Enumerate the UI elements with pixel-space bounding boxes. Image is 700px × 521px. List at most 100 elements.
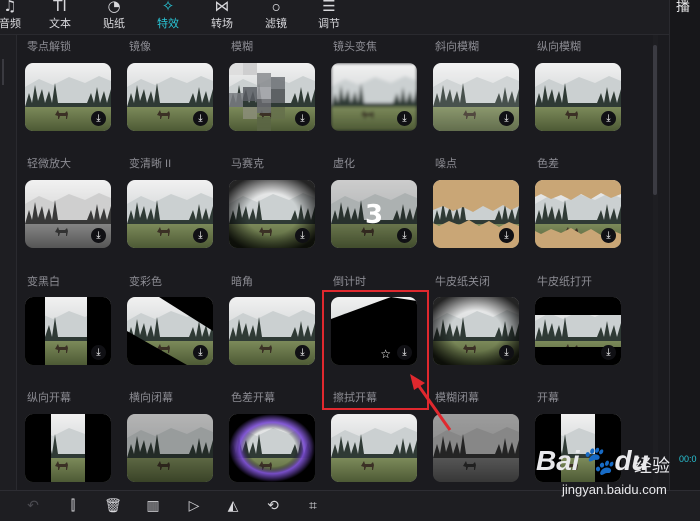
- effect-thumbnail: [25, 414, 111, 482]
- tool-label: 贴纸: [103, 18, 125, 30]
- effect-caption: 零点解锁: [27, 41, 71, 53]
- effect-caption: 斜向模糊: [435, 41, 479, 53]
- effect-caption: 马赛克: [231, 158, 264, 170]
- effect-tile-countdown[interactable]: 3 ⤓: [331, 180, 417, 248]
- download-icon[interactable]: ⤓: [601, 345, 616, 360]
- effect-tile-row4-3[interactable]: [229, 414, 315, 482]
- category-indicator: [2, 59, 4, 85]
- sliders-icon: ☰: [322, 0, 336, 15]
- effect-tile-vertical-open[interactable]: ⤓: [25, 297, 111, 365]
- tool-transition[interactable]: ⋈ 转场: [196, 0, 248, 34]
- effect-caption: 虚化: [333, 158, 355, 170]
- effect-tile-kraft-close[interactable]: ⤓: [433, 180, 519, 248]
- player-panel: 播 00:0: [669, 0, 700, 490]
- download-icon[interactable]: ⤓: [499, 228, 514, 243]
- download-icon[interactable]: ⤓: [295, 111, 310, 126]
- transition-icon: ⋈: [214, 0, 230, 15]
- effect-tile-chromatic-open[interactable]: ⤓: [229, 297, 315, 365]
- download-icon[interactable]: ⤓: [91, 111, 106, 126]
- effect-tile-to-bw[interactable]: ⤓: [25, 180, 111, 248]
- effect-tile-blur-close[interactable]: ⤓: [433, 297, 519, 365]
- effect-caption: 横向闭幕: [129, 392, 173, 404]
- tool-audio[interactable]: ♫ 音频: [0, 0, 36, 34]
- text-icon: TI: [53, 0, 67, 15]
- effects-grid: 零点解锁 镜像 模糊 镜头变焦 斜向模糊 纵向模糊 ⤓ ⤓ ⤓ ⤓ ⤓ ⤓ 轻微…: [17, 35, 650, 490]
- crop-icon[interactable]: ⌗: [302, 496, 324, 516]
- download-icon[interactable]: ⤓: [91, 345, 106, 360]
- play-icon[interactable]: ▷: [183, 496, 205, 516]
- effect-tile-mosaic[interactable]: ⤓: [229, 63, 315, 131]
- effect-caption: 纵向模糊: [537, 41, 581, 53]
- tool-label: 滤镜: [265, 18, 287, 30]
- effect-caption: 倒计时: [333, 276, 366, 288]
- download-icon[interactable]: ⤓: [601, 228, 616, 243]
- effect-tile-chromatic[interactable]: ⤓: [535, 63, 621, 131]
- effect-caption: 暗角: [231, 276, 253, 288]
- tool-label: 调节: [318, 18, 340, 30]
- delete-icon[interactable]: 🗑: [102, 496, 124, 516]
- top-toolbar: ♫ 音频 TI 文本 ◔ 贴纸 ✧ 特效 ⋈ 转场 ဝ 滤镜 ☰ 调节: [0, 0, 670, 35]
- effect-caption: 镜像: [129, 41, 151, 53]
- effect-caption: 色差开幕: [231, 392, 275, 404]
- filter-icon: ဝ: [271, 0, 281, 15]
- download-icon[interactable]: ⤓: [295, 228, 310, 243]
- effect-tile-sharpen[interactable]: ⤓: [127, 63, 213, 131]
- effect-tile-kraft-open[interactable]: ⤓: [535, 180, 621, 248]
- sparkle-icon: ✧: [161, 0, 175, 15]
- download-icon[interactable]: ⤓: [397, 345, 412, 360]
- tool-sticker[interactable]: ◔ 贴纸: [88, 0, 140, 34]
- effect-tile-row4-2[interactable]: [127, 414, 213, 482]
- download-icon[interactable]: ⤓: [193, 111, 208, 126]
- effect-caption: 牛皮纸关闭: [435, 276, 490, 288]
- grid-scrollbar[interactable]: [653, 35, 658, 490]
- music-note-icon: ♫: [3, 0, 17, 15]
- download-icon[interactable]: ⤓: [601, 111, 616, 126]
- download-icon[interactable]: ⤓: [193, 228, 208, 243]
- countdown-digit: 3: [364, 200, 384, 230]
- undo-icon[interactable]: ↶: [22, 496, 44, 516]
- tool-label: 特效: [157, 18, 179, 30]
- mirror-icon[interactable]: ◭: [222, 496, 244, 516]
- effect-caption: 轻微放大: [27, 158, 71, 170]
- effect-tile-row4-4[interactable]: [331, 414, 417, 482]
- effect-tile-row4-5[interactable]: [433, 414, 519, 482]
- tool-adjust[interactable]: ☰ 调节: [303, 0, 355, 34]
- favorite-star-icon[interactable]: ☆: [380, 347, 391, 361]
- effect-tile-to-color[interactable]: ⤓: [127, 180, 213, 248]
- effect-caption: 牛皮纸打开: [537, 276, 592, 288]
- download-icon[interactable]: ⤓: [91, 228, 106, 243]
- effect-caption: 色差: [537, 158, 559, 170]
- download-icon[interactable]: ⤓: [397, 111, 412, 126]
- effect-caption: 镜头变焦: [333, 41, 377, 53]
- tool-filter[interactable]: ဝ 滤镜: [250, 0, 302, 34]
- effect-tile-horizontal-close[interactable]: ⤓: [127, 297, 213, 365]
- split-icon[interactable]: ⫿: [62, 496, 84, 516]
- tool-text[interactable]: TI 文本: [34, 0, 86, 34]
- effect-tile-defocus[interactable]: ⤓: [331, 63, 417, 131]
- download-icon[interactable]: ⤓: [499, 111, 514, 126]
- freeze-frame-icon[interactable]: ▥: [142, 496, 164, 516]
- effect-caption: 纵向开幕: [27, 392, 71, 404]
- effect-tile-noise[interactable]: ⤓: [433, 63, 519, 131]
- download-icon[interactable]: ⤓: [397, 228, 412, 243]
- effect-tile-open[interactable]: ⤓: [535, 297, 621, 365]
- scrollbar-thumb[interactable]: [653, 45, 657, 195]
- effect-tile-light-zoom[interactable]: ⤓: [25, 63, 111, 131]
- rotate-icon[interactable]: ⟲: [262, 496, 284, 516]
- effect-caption: 变黑白: [27, 276, 60, 288]
- effect-tile-vignette[interactable]: ⤓: [229, 180, 315, 248]
- download-icon[interactable]: ⤓: [193, 345, 208, 360]
- player-title: 播: [676, 0, 690, 14]
- download-icon[interactable]: ⤓: [499, 345, 514, 360]
- effect-tile-wipe-open[interactable]: ☆ ⤓: [331, 297, 417, 365]
- effect-caption: 模糊: [231, 41, 253, 53]
- tool-effects[interactable]: ✧ 特效: [142, 0, 194, 34]
- effect-tile-row4-1[interactable]: [25, 414, 111, 482]
- effect-tile-row4-6[interactable]: [535, 414, 621, 482]
- player-timecode: 00:0: [679, 454, 697, 464]
- category-sidebar: [0, 35, 17, 490]
- download-icon[interactable]: ⤓: [295, 345, 310, 360]
- effect-thumbnail: [535, 414, 621, 482]
- effect-caption: 变清晰 II: [129, 158, 172, 170]
- effect-caption: 开幕: [537, 392, 559, 404]
